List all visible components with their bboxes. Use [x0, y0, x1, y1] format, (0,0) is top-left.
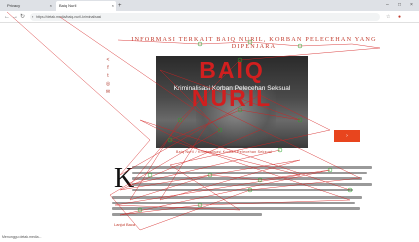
- back-icon[interactable]: ←: [4, 12, 10, 22]
- reload-icon[interactable]: ↻: [20, 12, 25, 22]
- social-share-bar: < f t ◎ ✉: [104, 56, 112, 96]
- tab-privacy[interactable]: Privacy ×: [4, 1, 54, 11]
- url-input[interactable]: ▪ https://detak.media/baiq-nuril-krimina…: [30, 13, 380, 21]
- tab-bar: Privacy × Baiq Nuril × + – □ ×: [0, 0, 419, 11]
- minimize-button[interactable]: –: [386, 1, 389, 10]
- page-title: Informasi Terkait Baiq Nuril, Korban Pel…: [131, 36, 377, 50]
- tab-label: Privacy: [7, 3, 21, 8]
- image-caption: Baiq Nuril / Kriminalisasi Korban Pelece…: [176, 150, 273, 154]
- status-bar: Menunggu detak.media...: [2, 235, 42, 239]
- article-paragraph: [132, 166, 372, 194]
- hero-title: BAIQ NURIL: [191, 57, 273, 111]
- profile-icon[interactable]: ●: [398, 13, 401, 22]
- tab-label: Baiq Nuril: [59, 3, 77, 8]
- article-paragraph: [112, 196, 362, 219]
- bookmark-star-icon[interactable]: ☆: [386, 13, 390, 22]
- share-icon[interactable]: <: [104, 56, 112, 64]
- address-bar-row: ← → ↻ ▪ https://detak.media/baiq-nuril-k…: [0, 11, 419, 23]
- twitter-icon[interactable]: t: [104, 72, 112, 80]
- hero-subtitle: Kriminalisasi Korban Pelecehan Seksual: [173, 85, 291, 92]
- lock-icon: ▪: [32, 14, 34, 19]
- close-icon[interactable]: ×: [112, 1, 114, 11]
- new-tab-button[interactable]: +: [118, 1, 122, 11]
- email-icon[interactable]: ✉: [104, 88, 112, 96]
- hero-image: BAIQ NURIL Kriminalisasi Korban Peleceha…: [156, 56, 308, 148]
- close-icon[interactable]: ×: [50, 1, 52, 11]
- next-slide-button[interactable]: ›: [334, 130, 360, 142]
- url-text: https://detak.media/baiq-nuril-kriminali…: [36, 15, 102, 19]
- whatsapp-icon[interactable]: ◎: [104, 80, 112, 88]
- forward-icon[interactable]: →: [12, 12, 18, 22]
- facebook-icon[interactable]: f: [104, 64, 112, 72]
- read-more-link[interactable]: Lanjut Baca: [114, 222, 135, 227]
- close-window-button[interactable]: ×: [410, 1, 413, 10]
- maximize-button[interactable]: □: [398, 1, 401, 10]
- tab-active[interactable]: Baiq Nuril ×: [56, 1, 116, 11]
